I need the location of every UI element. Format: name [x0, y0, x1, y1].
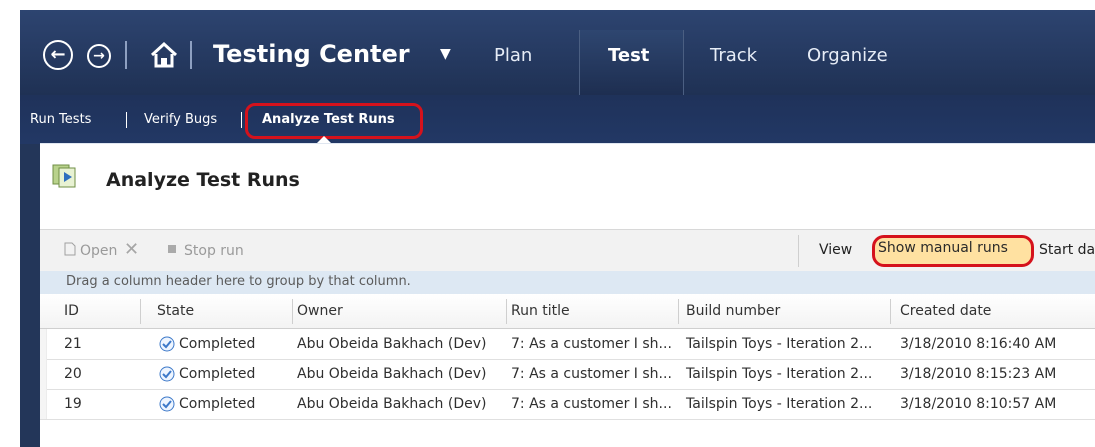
tab-test[interactable]: Test — [608, 45, 649, 66]
caret-down-icon[interactable]: ▼ — [440, 46, 451, 62]
app-window: ← → Testing Center ▼ Plan Test Track Org… — [20, 10, 1095, 447]
row-handle — [40, 329, 47, 359]
group-by-bar: Drag a column header here to group by th… — [40, 271, 1095, 295]
cell-run-title: 7: As a customer I sh... — [511, 366, 672, 382]
app-title: Testing Center — [213, 40, 410, 68]
tab-organize[interactable]: Organize — [807, 45, 888, 66]
row-handle — [40, 389, 47, 419]
column-separator — [140, 299, 141, 324]
completed-check-icon — [159, 336, 175, 352]
table-header: ID State Owner Run title Build number Cr… — [40, 294, 1095, 329]
column-separator — [292, 299, 293, 324]
analyze-runs-icon — [52, 164, 76, 188]
column-owner[interactable]: Owner — [297, 303, 343, 319]
cell-run-title: 7: As a customer I sh... — [511, 396, 672, 412]
column-state[interactable]: State — [157, 303, 194, 319]
column-created-date[interactable]: Created date — [900, 303, 991, 319]
column-build-number[interactable]: Build number — [686, 303, 780, 319]
start-date-label: Start dat — [1039, 242, 1095, 258]
subnav-verify-bugs[interactable]: Verify Bugs — [144, 112, 217, 127]
cell-created-date: 3/18/2010 8:15:23 AM — [900, 366, 1057, 382]
top-navigation-bar — [20, 10, 1095, 95]
row-handle — [40, 359, 47, 389]
column-separator — [506, 299, 507, 324]
group-by-hint: Drag a column header here to group by th… — [66, 274, 411, 289]
cell-owner: Abu Obeida Bakhach (Dev) — [297, 396, 487, 412]
cell-build-number: Tailspin Toys - Iteration 2... — [686, 336, 873, 352]
delete-icon[interactable]: ✕ — [124, 239, 139, 260]
cell-state: Completed — [179, 336, 256, 352]
column-separator — [678, 299, 679, 324]
view-label: View — [819, 242, 853, 258]
toolbar-separator — [798, 235, 799, 267]
cell-state: Completed — [179, 366, 256, 382]
toolbar: Open ✕ Stop run View Show manual runs St… — [40, 229, 1095, 273]
forward-arrow-icon[interactable]: → — [87, 44, 111, 68]
cell-state: Completed — [179, 396, 256, 412]
home-icon[interactable] — [149, 41, 179, 69]
column-id[interactable]: ID — [64, 303, 79, 319]
completed-check-icon — [159, 396, 175, 412]
cell-id: 19 — [64, 396, 82, 412]
nav-separator — [125, 41, 127, 69]
tab-track[interactable]: Track — [710, 45, 757, 66]
subnav-run-tests[interactable]: Run Tests — [30, 112, 91, 127]
cell-owner: Abu Obeida Bakhach (Dev) — [297, 336, 487, 352]
subnav-analyze-test-runs[interactable]: Analyze Test Runs — [262, 112, 395, 127]
page-title: Analyze Test Runs — [106, 169, 300, 191]
cell-id: 20 — [64, 366, 82, 382]
cell-build-number: Tailspin Toys - Iteration 2... — [686, 366, 873, 382]
show-manual-runs-label[interactable]: Show manual runs — [878, 240, 1008, 256]
subnav-separator — [241, 112, 242, 128]
open-icon[interactable] — [63, 242, 77, 256]
cell-build-number: Tailspin Toys - Iteration 2... — [686, 396, 873, 412]
tab-plan[interactable]: Plan — [494, 45, 532, 66]
cell-owner: Abu Obeida Bakhach (Dev) — [297, 366, 487, 382]
cell-created-date: 3/18/2010 8:16:40 AM — [900, 336, 1057, 352]
open-button[interactable]: Open — [80, 243, 117, 259]
main-content-panel: Analyze Test Runs Open ✕ Stop run View S… — [40, 143, 1095, 447]
cell-id: 21 — [64, 336, 82, 352]
stop-run-button[interactable]: Stop run — [184, 243, 244, 259]
subnav-separator — [126, 112, 127, 128]
back-arrow-icon[interactable]: ← — [43, 40, 73, 70]
nav-separator — [190, 41, 192, 69]
cell-run-title: 7: As a customer I sh... — [511, 336, 672, 352]
column-separator — [890, 299, 891, 324]
table-row[interactable]: 20 Completed Abu Obeida Bakhach (Dev) 7:… — [40, 359, 1095, 390]
table-row[interactable]: 19 Completed Abu Obeida Bakhach (Dev) 7:… — [40, 389, 1095, 420]
completed-check-icon — [159, 366, 175, 382]
column-run-title[interactable]: Run title — [511, 303, 570, 319]
table-row[interactable]: 21 Completed Abu Obeida Bakhach (Dev) 7:… — [40, 329, 1095, 360]
cell-created-date: 3/18/2010 8:10:57 AM — [900, 396, 1057, 412]
stop-icon[interactable] — [165, 242, 179, 256]
